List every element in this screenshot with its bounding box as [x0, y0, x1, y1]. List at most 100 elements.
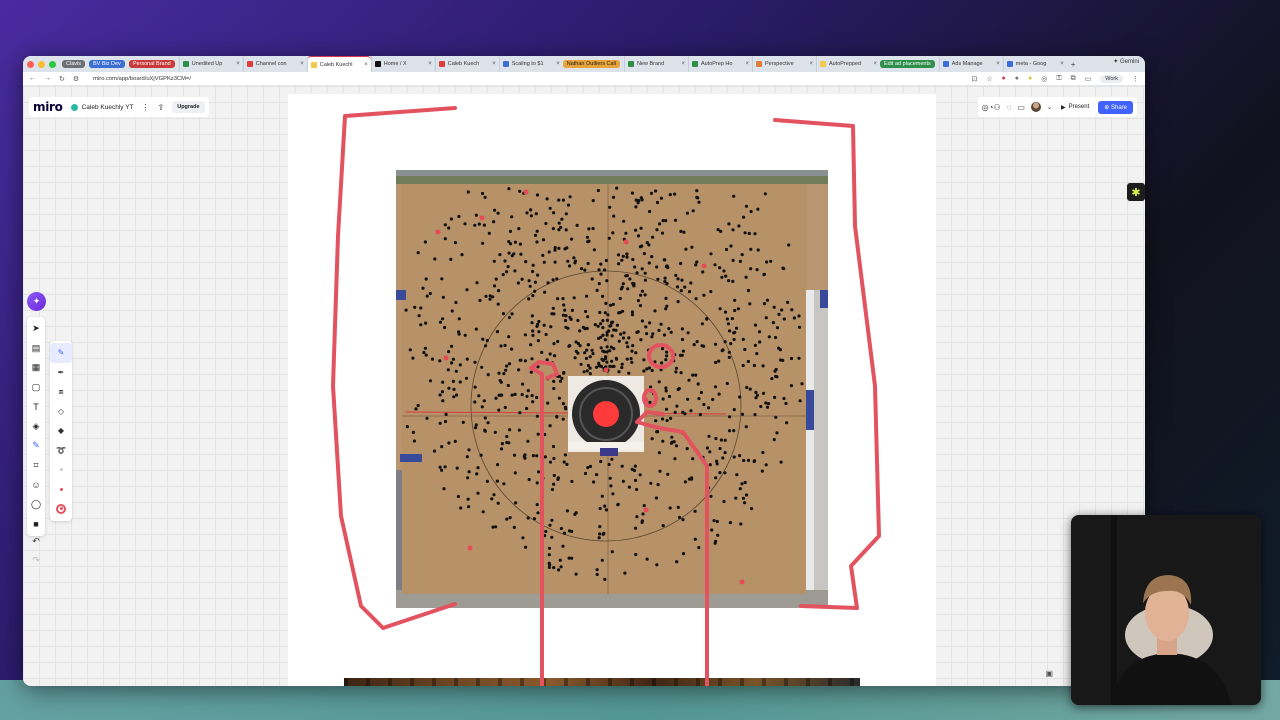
back-icon[interactable]: ← [29, 75, 36, 82]
present-button[interactable]: ▶ Present [1058, 104, 1092, 111]
tab-group-nathan-outliers-call[interactable]: Nathan Outliers Call [562, 60, 620, 68]
browser-tab[interactable]: meta - Goog × [1002, 56, 1067, 72]
close-tab-icon[interactable]: × [745, 61, 749, 67]
browser-tab[interactable]: AutoPrep Ho × [687, 56, 752, 72]
pen-icon[interactable]: ✎ [50, 343, 72, 363]
browser-tab[interactable]: Perspective × [751, 56, 816, 72]
minimap-icon[interactable]: ▣ [1045, 669, 1053, 678]
browser-tab-active[interactable]: Caleb Kuechl × [306, 56, 371, 72]
sticky-note-icon[interactable]: ▢ [27, 378, 45, 398]
redo-icon[interactable]: ↷ [32, 555, 40, 566]
board-title[interactable]: Caleb Kuechly YT [70, 103, 134, 111]
text-icon[interactable]: T [27, 397, 45, 417]
new-tab-button[interactable]: + [1071, 60, 1076, 69]
close-tab-icon[interactable]: × [492, 61, 496, 67]
marker-icon[interactable]: ✒ [50, 363, 72, 383]
close-tab-icon[interactable]: × [556, 61, 560, 67]
gemini-button[interactable]: ✦ Gemini [1113, 58, 1139, 65]
reactions-icon[interactable]: ◎◔⚇ [982, 103, 1001, 112]
extensions-puzzle-icon[interactable]: ⧉ [1071, 75, 1076, 83]
browser-tab[interactable]: New Brand × [623, 56, 688, 72]
export-icon[interactable]: ⇪ [158, 103, 165, 112]
close-tab-icon[interactable]: × [681, 61, 685, 67]
browser-menu-icon[interactable]: ⋮ [1132, 75, 1139, 83]
close-tab-icon[interactable]: × [1060, 61, 1064, 67]
app-extension-icon[interactable]: ✱ [1127, 183, 1145, 201]
site-info-icon[interactable]: ⚙ [73, 75, 79, 83]
extension-icon[interactable]: ⚿ [1056, 75, 1061, 83]
pellet-hole [458, 363, 462, 367]
minimize-window-button[interactable] [38, 60, 45, 68]
pellet-hole [556, 476, 560, 480]
lasso-icon[interactable]: ➰ [50, 441, 72, 461]
extension-icon[interactable]: ● [1015, 75, 1019, 82]
sidebar-icon[interactable]: ▭ [1085, 75, 1092, 83]
pellet-hole [661, 343, 665, 348]
close-tab-icon[interactable]: × [236, 61, 240, 67]
maximize-window-button[interactable] [49, 60, 56, 68]
comment-icon[interactable]: ◯ [27, 495, 45, 515]
pellet-hole [548, 460, 553, 464]
tab-group-personal-brand[interactable]: Personal Brand [128, 60, 175, 68]
extension-icon[interactable]: ● [1002, 75, 1006, 82]
color-picker-selected[interactable] [50, 499, 72, 519]
select-icon[interactable]: ➤ [27, 319, 45, 339]
browser-tab[interactable]: Caleb Kuech × [434, 56, 499, 72]
pen-icon[interactable]: ✎ [27, 436, 45, 456]
browser-tab[interactable]: Unedited Up × [178, 56, 243, 72]
ai-assistant-button[interactable]: ✦ [27, 292, 46, 311]
browser-tab[interactable]: Scaling to $1 × [498, 56, 563, 72]
close-tab-icon[interactable]: × [300, 61, 304, 67]
pellet-hole [673, 218, 678, 222]
browser-tab[interactable]: AutoPrepped × [815, 56, 880, 72]
close-tab-icon[interactable]: × [809, 61, 813, 67]
tab-group-clavis[interactable]: Clavis [62, 60, 85, 68]
emoji-icon[interactable]: ☺ [27, 475, 45, 495]
miro-logo[interactable]: miro [33, 100, 63, 114]
color-swatch-red[interactable] [50, 480, 72, 500]
bookmark-star-icon[interactable]: ☆ [986, 75, 992, 83]
shot-pattern-image[interactable] [396, 170, 828, 608]
close-tab-icon[interactable]: × [428, 61, 432, 67]
pellet-hole [561, 417, 565, 421]
eraser-alt-icon[interactable]: ◆ [50, 421, 72, 441]
table-icon[interactable]: ▦ [27, 358, 45, 378]
reload-icon[interactable]: ↻ [59, 75, 65, 83]
library-image[interactable] [344, 678, 860, 686]
shapes-icon[interactable]: ◈ [27, 417, 45, 437]
undo-icon[interactable]: ↶ [32, 536, 40, 547]
pellet-hole [680, 278, 684, 282]
extension-icon[interactable]: ● [1028, 75, 1032, 82]
forward-icon[interactable]: → [44, 75, 51, 82]
video-call-icon[interactable]: ▭ [1017, 103, 1025, 112]
templates-icon[interactable]: ▤ [27, 339, 45, 359]
close-window-button[interactable] [27, 60, 34, 68]
browser-tab[interactable]: Channel con × [242, 56, 307, 72]
install-icon[interactable]: ⊡ [971, 75, 977, 83]
pellet-hole [728, 521, 732, 525]
stroke-size-small[interactable] [50, 460, 72, 480]
pellet-hole [648, 321, 652, 325]
more-icon[interactable]: ■ [27, 514, 45, 534]
url-field[interactable]: miro.com/app/board/uXjVGPKz3CM=/ [93, 76, 963, 82]
pellet-hole [596, 188, 600, 193]
browser-tab[interactable]: Home / X × [370, 56, 435, 72]
profile-button[interactable]: Work [1100, 74, 1123, 83]
share-button[interactable]: ⊕ Share [1098, 100, 1133, 114]
close-tab-icon[interactable]: × [364, 62, 368, 68]
close-tab-icon[interactable]: × [873, 61, 877, 67]
browser-tab[interactable]: Ads Manage × [938, 56, 1003, 72]
close-tab-icon[interactable]: × [996, 61, 1000, 67]
eraser-icon[interactable]: ◇ [50, 402, 72, 422]
tab-group-bv-biz-dev[interactable]: BV Biz Dev [88, 60, 125, 68]
tab-group-edit-ad-placements[interactable]: Edit ad placements [879, 60, 935, 68]
miro-canvas[interactable]: miro Caleb Kuechly YT ⋮ ⇪ Upgrade ◎◔⚇ ◌ … [23, 86, 1145, 686]
highlighter-icon[interactable]: ⧈ [50, 382, 72, 402]
chat-icon[interactable]: ◌ [1007, 103, 1012, 112]
avatar[interactable] [1030, 102, 1041, 112]
more-options-icon[interactable]: ⋮ [142, 103, 150, 112]
upgrade-button[interactable]: Upgrade [172, 101, 205, 113]
chevron-down-icon[interactable]: ⌄ [1047, 104, 1052, 111]
extension-icon[interactable]: ◎ [1041, 75, 1047, 83]
frame-icon[interactable]: ⌗ [27, 456, 45, 476]
